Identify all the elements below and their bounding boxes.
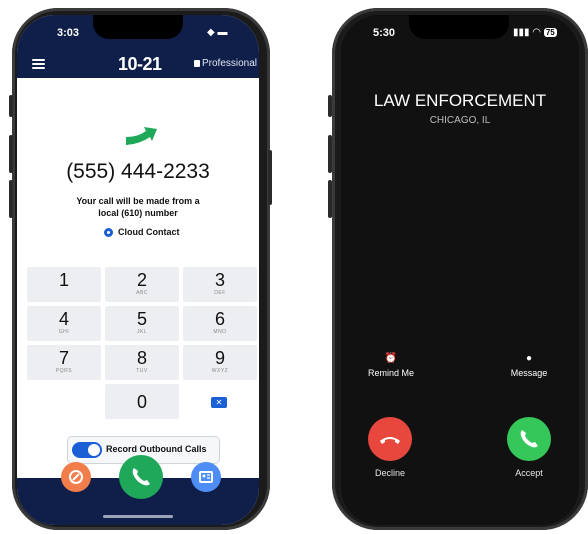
status-time-right: 5:30	[373, 27, 396, 39]
alarm-clock-icon: ⏰	[384, 353, 398, 364]
key-1[interactable]: 1	[27, 267, 101, 302]
contacts-button[interactable]	[191, 462, 221, 492]
phone-icon-accept	[520, 430, 538, 448]
app-logo: 10-21	[118, 54, 162, 74]
menu-icon[interactable]	[32, 59, 45, 69]
key-5[interactable]: 5 JKL	[105, 306, 179, 341]
caller-id-note: Your call will be made from a local (610…	[76, 196, 200, 218]
home-indicator	[103, 515, 173, 518]
notch-right	[409, 15, 509, 39]
incoming-call-screen: 5:30 ▮▮▮ ◠ 75 LAW ENFORCEMENT CHICAGO, I…	[341, 15, 579, 525]
battery-icon: 75	[543, 28, 557, 37]
edit-icon	[69, 470, 83, 484]
remind-me-button[interactable]: ⏰ Remind Me	[361, 353, 421, 378]
dialer-screen: 3:03 ◆ ▬ 10-21 Professional (555) 444-22…	[17, 15, 259, 525]
plan-badge: Professional	[194, 58, 257, 69]
message-label: Message	[510, 368, 548, 378]
contacts-icon	[199, 471, 213, 483]
cloud-contact-label: Cloud Contact	[118, 227, 180, 237]
accept-button[interactable]	[507, 417, 551, 461]
key-9[interactable]: 9 WXYZ	[183, 345, 257, 380]
volume-up-button-right	[328, 135, 332, 173]
phone-icon	[132, 468, 150, 486]
key-0[interactable]: 0	[105, 384, 179, 419]
message-button[interactable]: ● Message	[499, 353, 559, 378]
outgoing-call-icon	[126, 127, 157, 145]
signal-icon: ▮▮▮	[513, 27, 530, 38]
radio-selected-icon[interactable]	[104, 228, 113, 237]
hang-up-icon	[380, 437, 400, 444]
notes-button[interactable]	[61, 462, 91, 492]
power-button	[268, 150, 272, 205]
decline-button[interactable]	[368, 417, 412, 461]
call-button[interactable]	[119, 455, 163, 499]
dialed-number: (555) 444-2233	[66, 160, 210, 183]
key-6[interactable]: 6 MNO	[183, 306, 257, 341]
volume-up-button	[9, 135, 13, 173]
caller-name: LAW ENFORCEMENT	[373, 91, 547, 110]
toggle-switch[interactable]	[72, 442, 102, 458]
key-8[interactable]: 8 TUV	[105, 345, 179, 380]
shield-icon	[194, 60, 200, 67]
status-icons-right: ▮▮▮ ◠ 75	[513, 27, 557, 38]
status-icons: ◆ ▬	[207, 27, 228, 38]
key-4[interactable]: 4 GHI	[27, 306, 101, 341]
mute-switch	[9, 95, 13, 117]
record-label: Record Outbound Calls	[106, 444, 207, 454]
volume-down-button-right	[328, 180, 332, 218]
message-bubble-icon: ●	[525, 353, 533, 364]
key-3[interactable]: 3 DEF	[183, 267, 257, 302]
wifi-icon: ◠	[532, 27, 542, 38]
accept-label: Accept	[515, 468, 543, 478]
key-7[interactable]: 7 PQRS	[27, 345, 101, 380]
key-2[interactable]: 2 ABC	[105, 267, 179, 302]
mute-switch-right	[328, 95, 332, 117]
backspace-icon[interactable]: ✕	[211, 397, 227, 408]
plan-label: Professional	[202, 58, 258, 69]
notch	[93, 15, 183, 39]
status-time: 3:03	[57, 27, 80, 39]
caller-location: CHICAGO, IL	[429, 115, 491, 126]
decline-label: Decline	[374, 468, 405, 478]
volume-down-button	[9, 180, 13, 218]
remind-me-label: Remind Me	[367, 368, 414, 378]
cloud-contact-option[interactable]: Cloud Contact	[104, 227, 180, 237]
